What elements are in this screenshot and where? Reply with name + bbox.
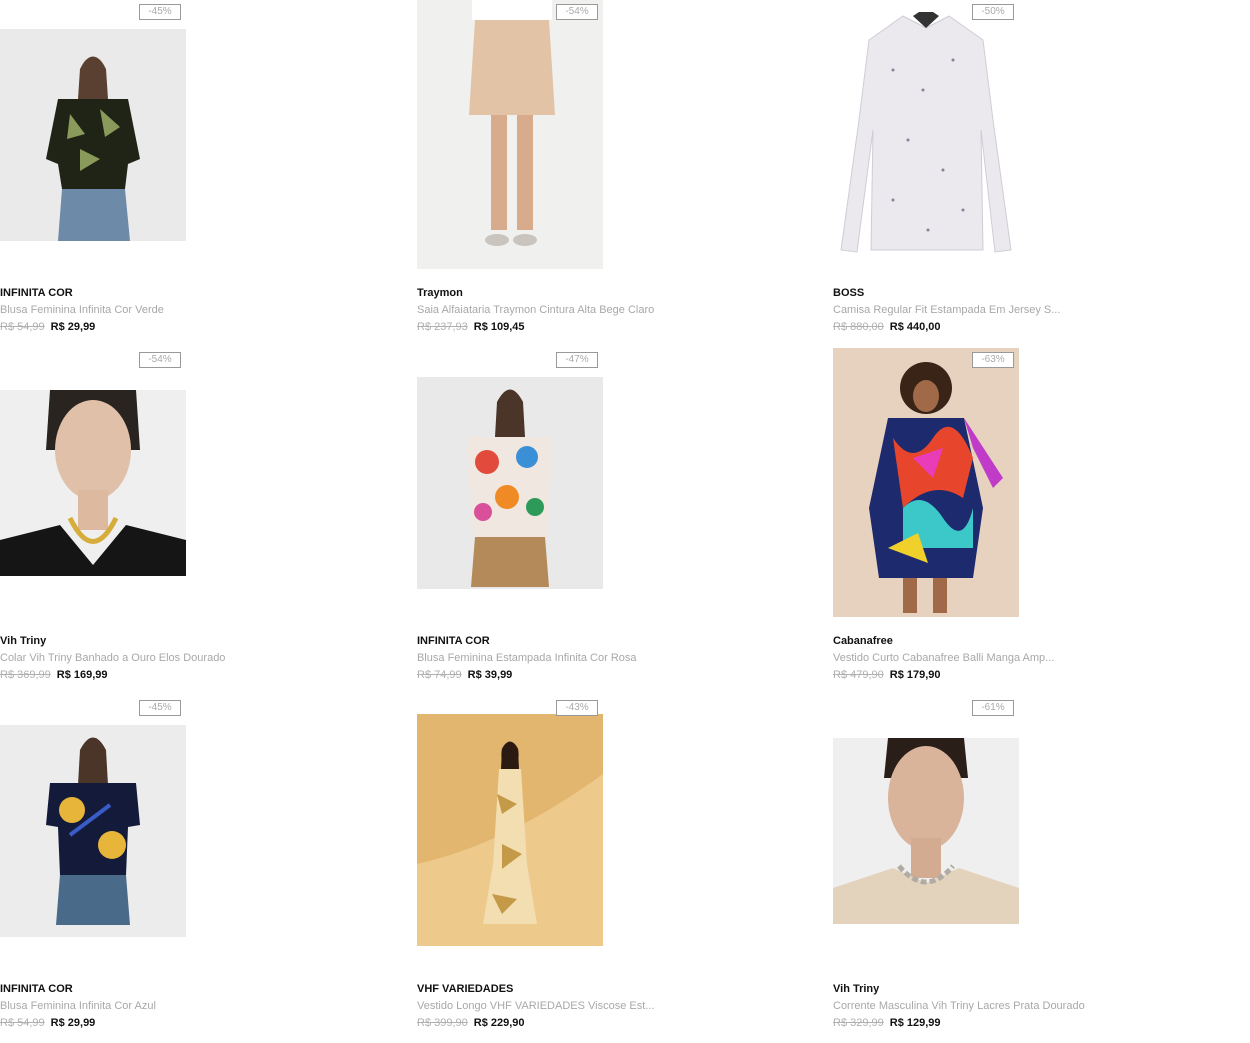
price-row: R$ 479,90 R$ 179,90 xyxy=(833,669,941,681)
discount-badge: -54% xyxy=(556,4,598,20)
current-price: R$ 29,99 xyxy=(50,1017,96,1029)
current-price: R$ 169,99 xyxy=(56,669,108,681)
product-card[interactable]: -43% VHF VARIEDADES Vestido Longo VHF VA… xyxy=(417,696,817,1034)
current-price: R$ 129,99 xyxy=(889,1017,941,1029)
product-card[interactable]: -54% Vih Triny Colar Vih Triny Banhado a… xyxy=(0,348,400,686)
current-price: R$ 109,45 xyxy=(473,321,525,333)
product-image[interactable] xyxy=(833,0,1019,269)
old-price: R$ 329,99 xyxy=(833,1017,884,1029)
product-image[interactable] xyxy=(417,714,603,946)
old-price: R$ 399,90 xyxy=(417,1017,468,1029)
current-price: R$ 229,90 xyxy=(473,1017,525,1029)
current-price: R$ 29,99 xyxy=(50,321,96,333)
discount-badge: -43% xyxy=(556,700,598,716)
price-row: R$ 237,93 R$ 109,45 xyxy=(417,321,525,333)
product-name[interactable]: Blusa Feminina Estampada Infinita Cor Ro… xyxy=(417,652,637,664)
current-price: R$ 440,00 xyxy=(889,321,941,333)
product-name[interactable]: Saia Alfaiataria Traymon Cintura Alta Be… xyxy=(417,304,654,316)
price-row: R$ 369,99 R$ 169,99 xyxy=(0,669,108,681)
discount-badge: -54% xyxy=(139,352,181,368)
product-card[interactable]: -54% Traymon Saia Alfaiataria Traymon Ci… xyxy=(417,0,817,338)
old-price: R$ 880,00 xyxy=(833,321,884,333)
price-row: R$ 329,99 R$ 129,99 xyxy=(833,1017,941,1029)
price-row: R$ 54,99 R$ 29,99 xyxy=(0,1017,95,1029)
old-price: R$ 54,99 xyxy=(0,321,45,333)
discount-badge: -47% xyxy=(556,352,598,368)
product-image[interactable] xyxy=(417,0,603,269)
product-brand[interactable]: Cabanafree xyxy=(833,635,893,647)
product-card[interactable]: -47% INFINITA COR Blusa Feminina Estampa… xyxy=(417,348,817,686)
product-name[interactable]: Vestido Curto Cabanafree Balli Manga Amp… xyxy=(833,652,1054,664)
product-image[interactable] xyxy=(0,725,186,937)
discount-badge: -50% xyxy=(972,4,1014,20)
old-price: R$ 237,93 xyxy=(417,321,468,333)
product-name[interactable]: Colar Vih Triny Banhado a Ouro Elos Dour… xyxy=(0,652,225,664)
product-name[interactable]: Vestido Longo VHF VARIEDADES Viscose Est… xyxy=(417,1000,654,1012)
product-card[interactable]: -63% Cabanafree Vestido Curto Cabanafree… xyxy=(833,348,1233,686)
price-row: R$ 54,99 R$ 29,99 xyxy=(0,321,95,333)
product-brand[interactable]: VHF VARIEDADES xyxy=(417,983,513,995)
product-card[interactable]: -50% BOSS Camisa Regular Fit Estampada E… xyxy=(833,0,1233,338)
product-image[interactable] xyxy=(0,390,186,576)
product-image[interactable] xyxy=(833,738,1019,924)
product-brand[interactable]: Traymon xyxy=(417,287,463,299)
price-row: R$ 399,90 R$ 229,90 xyxy=(417,1017,525,1029)
price-row: R$ 880,00 R$ 440,00 xyxy=(833,321,941,333)
product-image[interactable] xyxy=(417,377,603,589)
discount-badge: -63% xyxy=(972,352,1014,368)
price-row: R$ 74,99 R$ 39,99 xyxy=(417,669,512,681)
discount-badge: -61% xyxy=(972,700,1014,716)
product-image[interactable] xyxy=(833,348,1019,617)
old-price: R$ 74,99 xyxy=(417,669,462,681)
product-name[interactable]: Camisa Regular Fit Estampada Em Jersey S… xyxy=(833,304,1060,316)
product-brand[interactable]: BOSS xyxy=(833,287,864,299)
product-brand[interactable]: INFINITA COR xyxy=(0,287,73,299)
product-image[interactable] xyxy=(0,29,186,241)
product-name[interactable]: Corrente Masculina Vih Triny Lacres Prat… xyxy=(833,1000,1085,1012)
product-name[interactable]: Blusa Feminina Infinita Cor Azul xyxy=(0,1000,156,1012)
product-card[interactable]: -61% Vih Triny Corrente Masculina Vih Tr… xyxy=(833,696,1233,1034)
discount-badge: -45% xyxy=(139,700,181,716)
product-name[interactable]: Blusa Feminina Infinita Cor Verde xyxy=(0,304,164,316)
current-price: R$ 39,99 xyxy=(467,669,513,681)
product-brand[interactable]: INFINITA COR xyxy=(0,983,73,995)
current-price: R$ 179,90 xyxy=(889,669,941,681)
old-price: R$ 479,90 xyxy=(833,669,884,681)
product-card[interactable]: -45% INFINITA COR Blusa Feminina Infinit… xyxy=(0,0,400,338)
old-price: R$ 369,99 xyxy=(0,669,51,681)
discount-badge: -45% xyxy=(139,4,181,20)
product-brand[interactable]: INFINITA COR xyxy=(417,635,490,647)
product-card[interactable]: -45% INFINITA COR Blusa Feminina Infinit… xyxy=(0,696,400,1034)
product-brand[interactable]: Vih Triny xyxy=(0,635,46,647)
old-price: R$ 54,99 xyxy=(0,1017,45,1029)
product-brand[interactable]: Vih Triny xyxy=(833,983,879,995)
